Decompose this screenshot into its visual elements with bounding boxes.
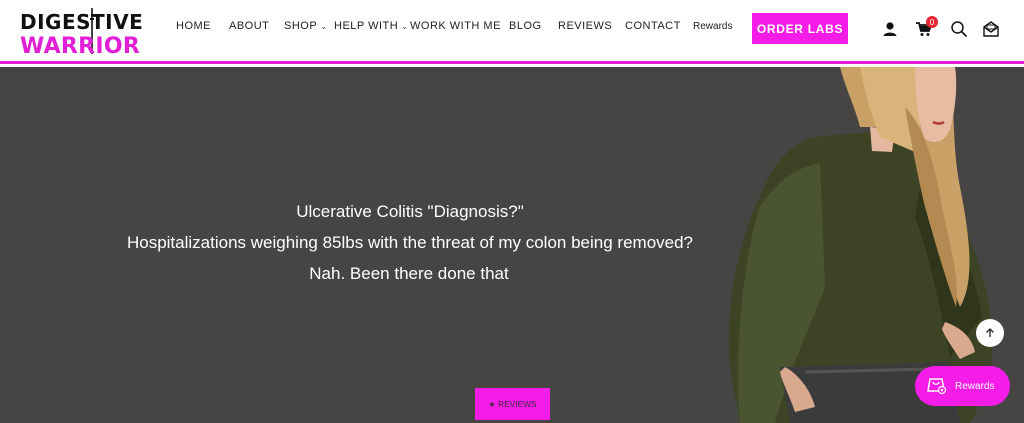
scroll-to-top-button[interactable]	[976, 319, 1004, 347]
rewards-launcher-label: Rewards	[955, 380, 995, 392]
nav-shop[interactable]: SHOP ⌄	[284, 20, 327, 32]
hero-line-2: Hospitalizations weighing 85lbs with the…	[126, 233, 694, 252]
nav-contact[interactable]: CONTACT	[625, 20, 681, 32]
site-header: DIGESTIVE WARRIOR HOME ABOUT SHOP ⌄ HELP …	[0, 0, 1024, 64]
mail-icon[interactable]	[982, 20, 1000, 38]
cart-count-badge: 0	[926, 16, 938, 28]
chevron-down-icon: ⌄	[320, 22, 328, 31]
arrow-up-icon	[986, 328, 994, 337]
hero-section: Ulcerative Colitis "Diagnosis?" Hospital…	[0, 67, 1024, 423]
reviews-button[interactable]: ★ REVIEWS	[475, 388, 550, 420]
nav-work-with-me[interactable]: WORK WITH ME	[410, 20, 501, 32]
hero-line-3: Nah. Been there done that	[309, 264, 509, 283]
nav-blog[interactable]: BLOG	[509, 20, 542, 32]
nav-help-with-label: HELP WITH	[334, 20, 399, 32]
gift-icon	[927, 378, 947, 395]
chevron-down-icon: ⌄	[401, 22, 409, 31]
nav-home[interactable]: HOME	[176, 20, 211, 32]
nav-about[interactable]: ABOUT	[229, 20, 269, 32]
user-icon[interactable]	[881, 20, 899, 38]
nav-help-with[interactable]: HELP WITH ⌄	[334, 20, 408, 32]
site-logo[interactable]: DIGESTIVE WARRIOR	[20, 8, 143, 59]
hero-line-1: Ulcerative Colitis "Diagnosis?"	[296, 202, 524, 221]
logo-line-1: DIGESTIVE	[20, 10, 144, 34]
nav-rewards[interactable]: Rewards	[693, 21, 732, 32]
nav-shop-label: SHOP	[284, 20, 318, 32]
nav-reviews[interactable]: REVIEWS	[558, 20, 612, 32]
order-labs-button[interactable]: ORDER LABS	[752, 13, 848, 44]
rewards-launcher-button[interactable]: Rewards	[915, 366, 1010, 406]
search-icon[interactable]	[950, 20, 968, 38]
logo-line-2: WARRIOR	[20, 34, 141, 59]
